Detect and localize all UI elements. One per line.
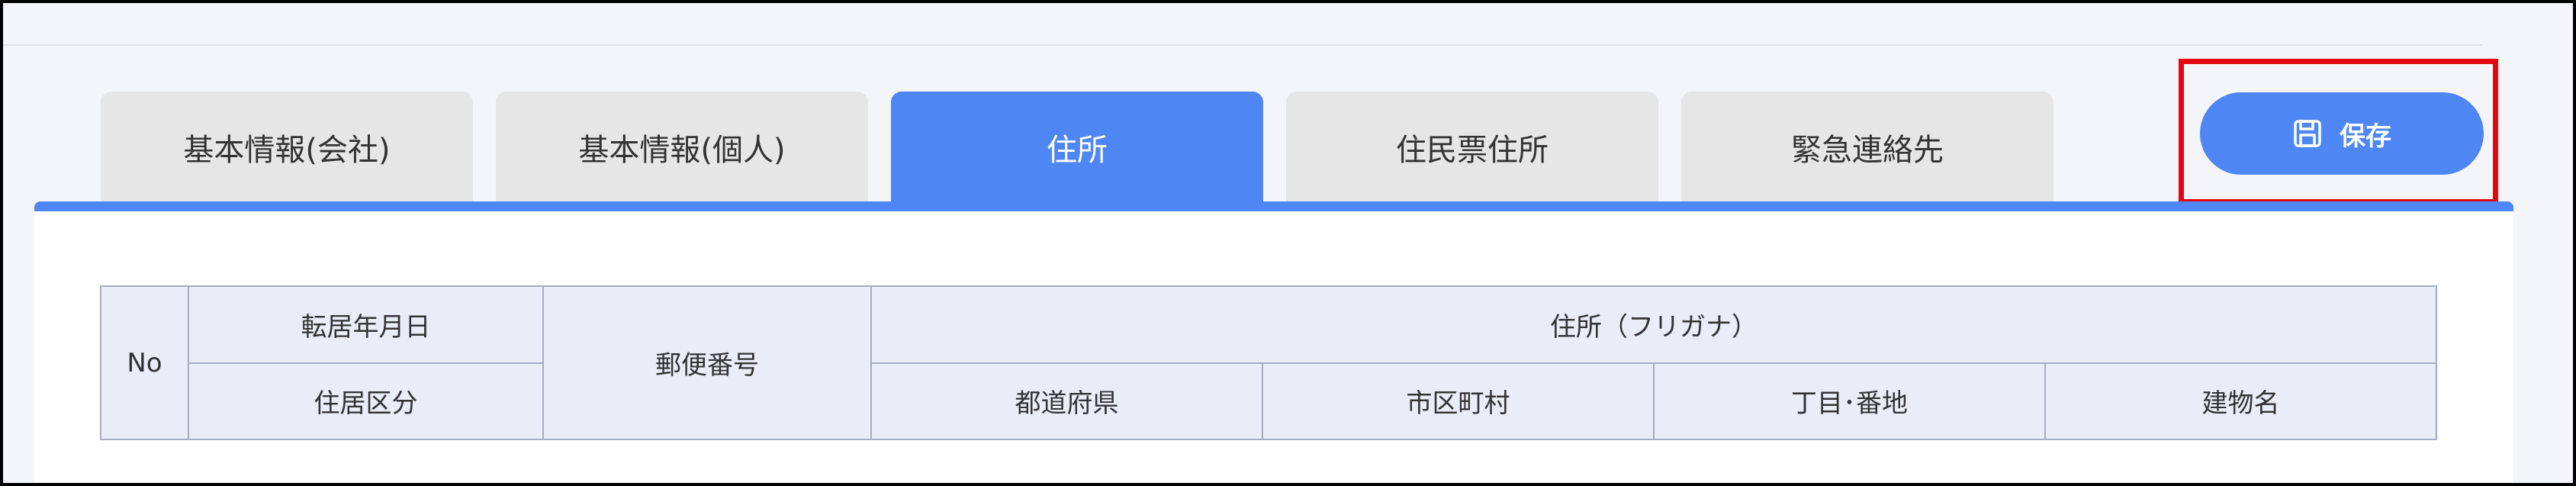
tab-basic-info-company[interactable]: 基本情報(会社) — [101, 92, 473, 203]
header-no: No — [100, 285, 189, 440]
header-building: 建物名 — [2044, 362, 2437, 440]
highlight-box — [2179, 59, 2498, 204]
tab-bar: 基本情報(会社) 基本情報(個人) 住所 住民票住所 緊急連絡先 — [101, 92, 2053, 203]
dashed-divider — [100, 483, 2436, 486]
header-address-group: 住所（フリガナ） — [870, 285, 2437, 364]
table-header-row: 住居区分 都道府県 市区町村 丁目･番地 建物名 — [101, 362, 2437, 440]
header-postal-code: 郵便番号 — [542, 285, 872, 440]
header-residence-type: 住居区分 — [188, 362, 544, 440]
address-table: No 転居年月日 郵便番号 住所（フリガナ） 住居区分 都道府県 市区町村 丁目… — [100, 285, 2437, 440]
table-header-row: No 転居年月日 郵便番号 住所（フリガナ） — [100, 285, 2437, 440]
header-block: 丁目･番地 — [1653, 362, 2046, 440]
header-city: 市区町村 — [1262, 362, 1655, 440]
header-prefecture: 都道府県 — [870, 362, 1263, 440]
window-frame: 基本情報(会社) 基本情報(個人) 住所 住民票住所 緊急連絡先 保存 No 転… — [0, 0, 2576, 486]
tab-basic-info-personal[interactable]: 基本情報(個人) — [496, 92, 868, 203]
divider — [3, 44, 2482, 46]
header-move-date: 転居年月日 — [188, 285, 544, 364]
tab-emergency-contact[interactable]: 緊急連絡先 — [1681, 92, 2053, 203]
tab-resident-address[interactable]: 住民票住所 — [1286, 92, 1658, 203]
tab-address[interactable]: 住所 — [891, 92, 1263, 203]
content-panel: No 転居年月日 郵便番号 住所（フリガナ） 住居区分 都道府県 市区町村 丁目… — [34, 201, 2513, 486]
